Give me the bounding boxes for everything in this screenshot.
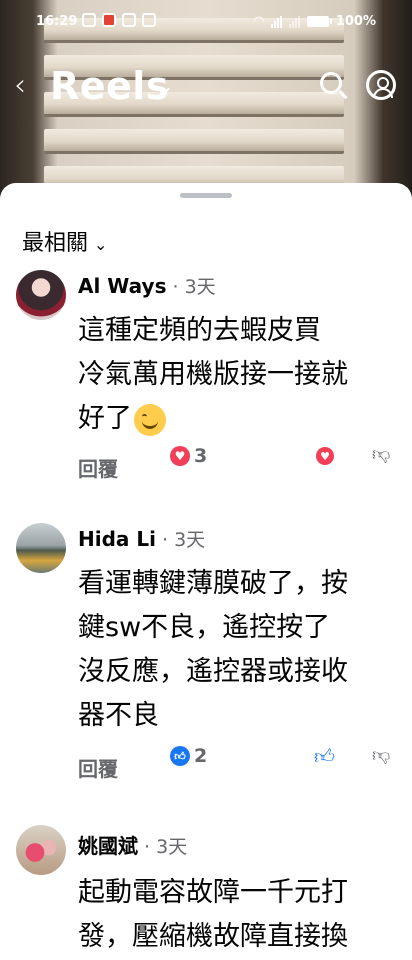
comment-text: 起動電容故障一千元打 發，壓縮機故障直接換 <box>78 871 398 959</box>
thumbs-up-icon: 👍︎ <box>170 746 190 766</box>
comment-line: 冷氣萬用機版接一接就 <box>78 359 348 390</box>
comment-line: 看運轉鍵薄膜破了，按 <box>78 568 348 599</box>
author-name[interactable]: Al Ways <box>78 274 166 298</box>
status-right: ◠ 100% <box>254 14 376 29</box>
comment-time: · 3天 <box>138 836 188 858</box>
comment-line: 鍵sw不良，遙控按了 <box>78 612 331 643</box>
chevron-down-icon: ⌄ <box>94 235 108 254</box>
calendar-icon <box>102 13 116 27</box>
instagram-icon <box>82 13 96 27</box>
signal-2-icon <box>288 15 300 28</box>
heart-react-button[interactable]: ♥ <box>316 447 334 465</box>
chevron-down-icon[interactable]: ⌄ <box>156 74 174 99</box>
avatar[interactable] <box>16 825 66 875</box>
status-time: 16:29 <box>36 14 78 29</box>
signal-icon <box>270 15 282 28</box>
comment-line: 器不良 <box>78 700 159 731</box>
search-icon[interactable] <box>320 72 342 94</box>
comments-sheet: 最相關 ⌄ Al Ways · 3天 這種定頻的去蝦皮買 冷氣萬用機版接一接就 好… <box>0 183 412 960</box>
reels-header: ‹ Reels ⌄ <box>0 60 412 116</box>
reaction-count: 2 <box>194 745 208 767</box>
cat-icon <box>142 13 156 27</box>
comment-line: 起動電容故障一千元打 <box>78 877 348 908</box>
sort-dropdown[interactable]: 最相關 ⌄ <box>22 225 107 257</box>
smiling-face-emoji <box>134 403 166 436</box>
avatar[interactable] <box>16 523 66 573</box>
profile-icon[interactable] <box>366 70 396 100</box>
reaction-count: 3 <box>194 445 208 467</box>
thumbs-down-icon[interactable]: 👎︎ <box>372 744 390 766</box>
blind-slat <box>44 129 344 154</box>
battery-level: 100% <box>335 14 376 29</box>
comment-author[interactable]: 姚國斌 · 3天 <box>78 830 187 859</box>
comment-author[interactable]: Al Ways · 3天 <box>78 272 216 299</box>
comment-line: 沒反應，遙控器或接收 <box>78 656 348 687</box>
chevron-left-icon[interactable]: ‹ <box>14 68 26 103</box>
comment-time: · 3天 <box>166 276 216 298</box>
author-name[interactable]: 姚國斌 <box>78 834 138 858</box>
battery-icon <box>306 16 332 27</box>
sort-label: 最相關 <box>22 231 89 256</box>
reply-button[interactable]: 回覆 <box>78 753 118 782</box>
comment-text: 看運轉鍵薄膜破了，按 鍵sw不良，遙控按了 沒反應，遙控器或接收 器不良 <box>78 562 398 738</box>
comment-line-last: 好了 <box>78 397 398 441</box>
comment-author[interactable]: Hida Li · 3天 <box>78 525 205 552</box>
wifi-icon: ◠ <box>253 14 264 29</box>
comment-line: 這種定頻的去蝦皮買 <box>78 315 321 346</box>
status-bar: 16:29 ◠ 100% <box>0 0 412 44</box>
reaction-summary[interactable]: 👍︎ 2 <box>170 745 207 767</box>
avatar[interactable] <box>16 270 66 320</box>
notification-icons <box>82 13 156 27</box>
reaction-summary[interactable]: ♥ 3 <box>170 445 207 467</box>
author-name[interactable]: Hida Li <box>78 527 156 551</box>
heart-icon: ♥ <box>170 446 190 466</box>
reply-button[interactable]: 回覆 <box>78 453 118 482</box>
thumbs-down-icon[interactable]: 👎︎ <box>372 443 390 465</box>
comment-time: · 3天 <box>155 529 206 551</box>
drag-handle[interactable] <box>180 193 232 198</box>
page-title[interactable]: Reels <box>50 64 169 108</box>
app-icon <box>122 13 136 27</box>
comment-line: 發，壓縮機故障直接換 <box>78 921 348 952</box>
like-button-icon[interactable]: 👍︎ <box>314 744 335 769</box>
comment-text: 這種定頻的去蝦皮買 冷氣萬用機版接一接就 好了 <box>78 309 398 441</box>
